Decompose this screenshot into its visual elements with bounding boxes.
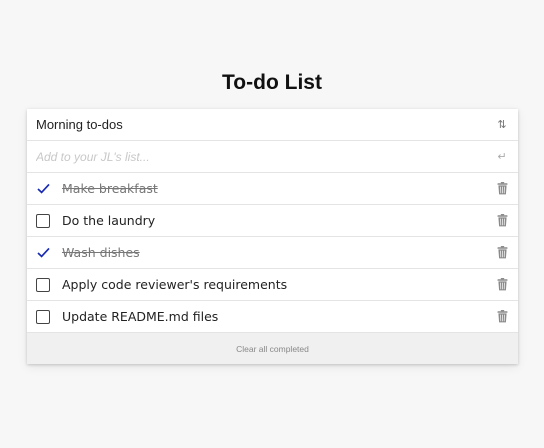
- trash-icon[interactable]: [489, 214, 515, 227]
- list-header: Morning to-dos ⇅: [27, 109, 518, 141]
- todo-item[interactable]: Make breakfast: [27, 173, 518, 205]
- trash-icon[interactable]: [489, 246, 515, 259]
- todo-label: Do the laundry: [62, 213, 156, 228]
- todo-label: Make breakfast: [62, 181, 158, 196]
- clear-completed-button[interactable]: Clear all completed: [236, 344, 309, 354]
- todo-list: Make breakfast Do the laundry Wash dishe…: [27, 173, 518, 333]
- todo-item[interactable]: Do the laundry: [27, 205, 518, 237]
- trash-icon[interactable]: [489, 182, 515, 195]
- add-todo-row: ↵: [27, 141, 518, 173]
- checkbox-empty[interactable]: [36, 277, 50, 292]
- todo-item[interactable]: Wash dishes: [27, 237, 518, 269]
- todo-label: Update README.md files: [62, 309, 219, 324]
- todo-label: Wash dishes: [62, 245, 140, 260]
- todo-label: Apply code reviewer's requirements: [62, 277, 288, 292]
- add-todo-input[interactable]: [36, 141, 489, 172]
- checkbox-empty[interactable]: [36, 213, 50, 228]
- enter-return-icon[interactable]: ↵: [489, 150, 515, 163]
- trash-icon[interactable]: [489, 310, 515, 323]
- checkmark-icon[interactable]: [36, 246, 50, 260]
- todo-item[interactable]: Apply code reviewer's requirements: [27, 269, 518, 301]
- list-footer: Clear all completed: [27, 333, 518, 364]
- list-name[interactable]: Morning to-dos: [36, 117, 489, 132]
- checkbox-empty[interactable]: [36, 309, 50, 324]
- checkmark-icon[interactable]: [36, 182, 50, 196]
- trash-icon[interactable]: [489, 278, 515, 291]
- todo-card: Morning to-dos ⇅ ↵ Make breakfast Do the…: [27, 109, 518, 364]
- sort-arrows-icon[interactable]: ⇅: [489, 118, 515, 131]
- page-title: To-do List: [222, 71, 322, 94]
- todo-item[interactable]: Update README.md files: [27, 301, 518, 333]
